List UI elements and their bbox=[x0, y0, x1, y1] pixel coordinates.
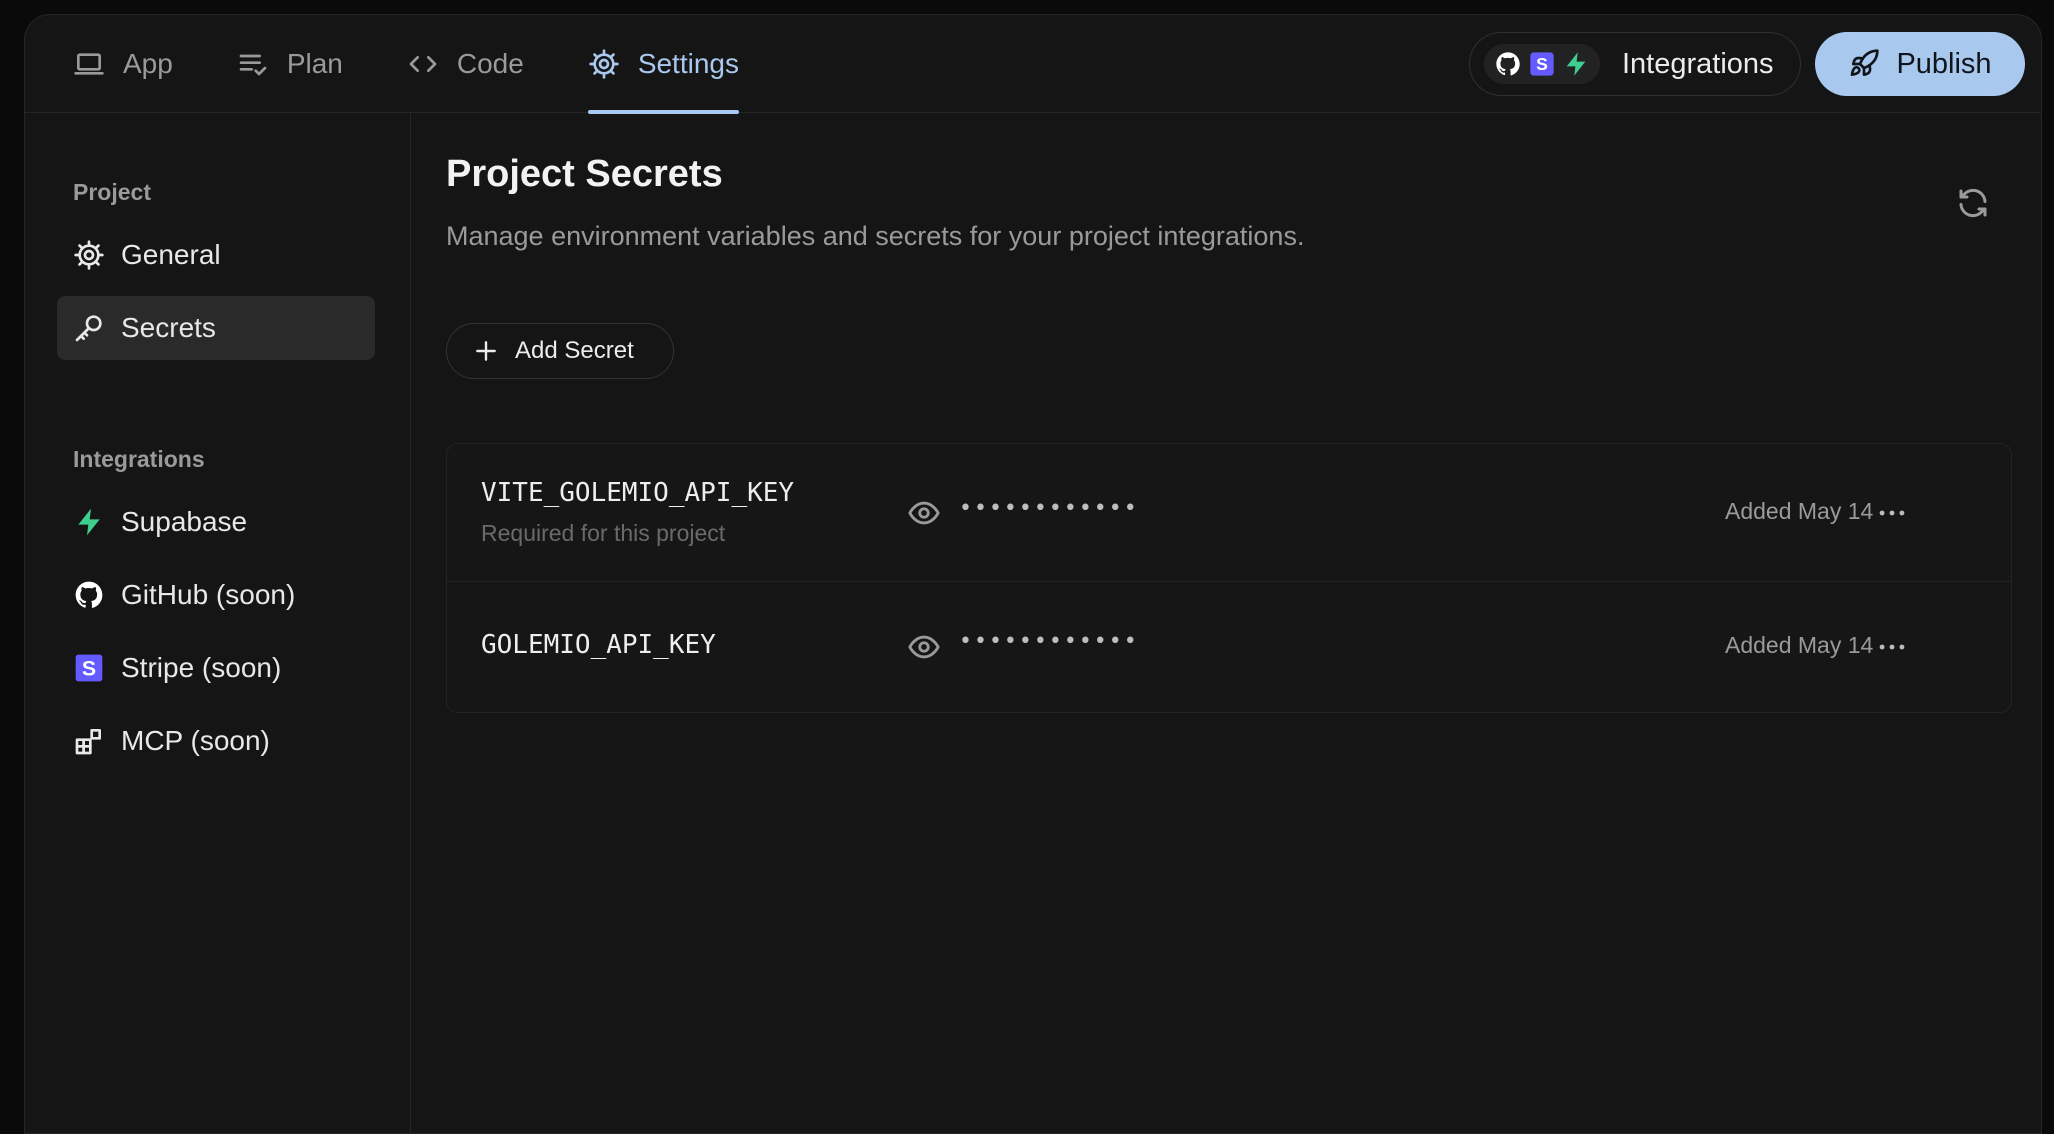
plus-icon bbox=[476, 341, 496, 361]
add-secret-button[interactable]: Add Secret bbox=[446, 323, 674, 379]
reveal-secret-button[interactable] bbox=[907, 496, 941, 530]
laptop-icon bbox=[74, 53, 104, 75]
tab-app-label: App bbox=[123, 48, 173, 79]
integrations-button[interactable]: S Integrations bbox=[1469, 32, 1801, 96]
secret-note: Required for this project bbox=[481, 520, 726, 546]
more-horizontal-icon bbox=[1879, 510, 1905, 516]
secrets-table: VITE_GOLEMIO_API_KEY Required for this p… bbox=[446, 443, 2012, 713]
rocket-icon bbox=[1851, 49, 1880, 76]
secret-name: GOLEMIO_API_KEY bbox=[481, 630, 716, 660]
tab-settings-label: Settings bbox=[637, 48, 739, 79]
key-icon bbox=[75, 315, 102, 342]
tab-app[interactable]: App bbox=[73, 15, 173, 113]
sidebar-item-label: Secrets bbox=[121, 312, 216, 343]
svg-text:S: S bbox=[1536, 54, 1548, 74]
tab-code-label: Code bbox=[456, 48, 524, 79]
sidebar-item-label: General bbox=[121, 239, 221, 270]
tab-code[interactable]: Code bbox=[407, 15, 524, 113]
gear-icon bbox=[74, 240, 104, 270]
publish-button[interactable]: Publish bbox=[1815, 32, 2025, 96]
sidebar-item-label: MCP (soon) bbox=[121, 725, 270, 756]
sidebar-item-label: GitHub (soon) bbox=[121, 579, 296, 610]
sidebar-item-stripe[interactable]: S Stripe (soon) bbox=[57, 636, 375, 700]
sidebar-item-general[interactable]: General bbox=[57, 223, 375, 287]
stripe-icon: S bbox=[75, 654, 103, 682]
blocks-icon bbox=[75, 729, 101, 755]
tab-plan[interactable]: Plan bbox=[237, 15, 343, 113]
svg-text:S: S bbox=[82, 656, 96, 680]
sidebar-item-label: Stripe (soon) bbox=[121, 652, 282, 683]
secret-name: VITE_GOLEMIO_API_KEY bbox=[481, 478, 795, 508]
tab-plan-label: Plan bbox=[286, 48, 343, 79]
sidebar-item-secrets[interactable]: Secrets bbox=[57, 296, 375, 360]
sidebar-item-label: Supabase bbox=[121, 506, 248, 537]
added-date: Added May 14 bbox=[1725, 498, 1874, 524]
checklist-icon bbox=[239, 54, 267, 76]
integration-icons: S bbox=[1484, 44, 1600, 84]
sidebar-item-supabase[interactable]: Supabase bbox=[57, 490, 375, 554]
stripe-icon: S bbox=[1530, 52, 1554, 76]
added-date: Added May 14 bbox=[1725, 632, 1874, 658]
masked-value: •••••••••••• bbox=[959, 496, 1139, 521]
gear-icon bbox=[589, 49, 619, 79]
publish-label: Publish bbox=[1896, 47, 1992, 80]
more-horizontal-icon bbox=[1879, 644, 1905, 650]
masked-value: •••••••••••• bbox=[959, 629, 1139, 654]
table-row: GOLEMIO_API_KEY •••••••••••• Added May 1… bbox=[447, 582, 2011, 714]
section-label-project: Project bbox=[73, 179, 151, 205]
page-description: Manage environment variables and secrets… bbox=[446, 221, 1305, 251]
more-options-button[interactable] bbox=[1875, 496, 1909, 530]
page-title: Project Secrets bbox=[446, 153, 723, 195]
top-bar: App Plan Code Settings S Integrations Pu… bbox=[25, 15, 2041, 114]
settings-sidebar: Project General Secrets Integrations Sup… bbox=[25, 113, 411, 1133]
add-secret-label: Add Secret bbox=[515, 337, 634, 364]
table-row: VITE_GOLEMIO_API_KEY Required for this p… bbox=[447, 444, 2011, 582]
reveal-secret-button[interactable] bbox=[907, 630, 941, 664]
main-tabs: App Plan Code Settings bbox=[73, 15, 803, 114]
supabase-icon bbox=[1566, 52, 1586, 76]
main-content: Project Secrets Manage environment varia… bbox=[412, 113, 2041, 1133]
app-window: App Plan Code Settings S Integrations Pu… bbox=[24, 14, 2042, 1134]
github-icon bbox=[1496, 52, 1520, 76]
supabase-icon bbox=[78, 508, 100, 536]
eye-icon bbox=[908, 635, 940, 659]
integrations-label: Integrations bbox=[1622, 47, 1774, 80]
refresh-button[interactable] bbox=[1955, 185, 1991, 221]
tab-settings[interactable]: Settings bbox=[587, 15, 740, 114]
sidebar-item-mcp[interactable]: MCP (soon) bbox=[57, 709, 375, 773]
sidebar-item-github[interactable]: GitHub (soon) bbox=[57, 563, 375, 627]
section-label-integrations: Integrations bbox=[73, 446, 205, 472]
github-icon bbox=[75, 581, 103, 608]
more-options-button[interactable] bbox=[1875, 630, 1909, 664]
refresh-icon bbox=[1959, 188, 1987, 218]
eye-icon bbox=[908, 501, 940, 525]
code-icon bbox=[409, 55, 437, 72]
